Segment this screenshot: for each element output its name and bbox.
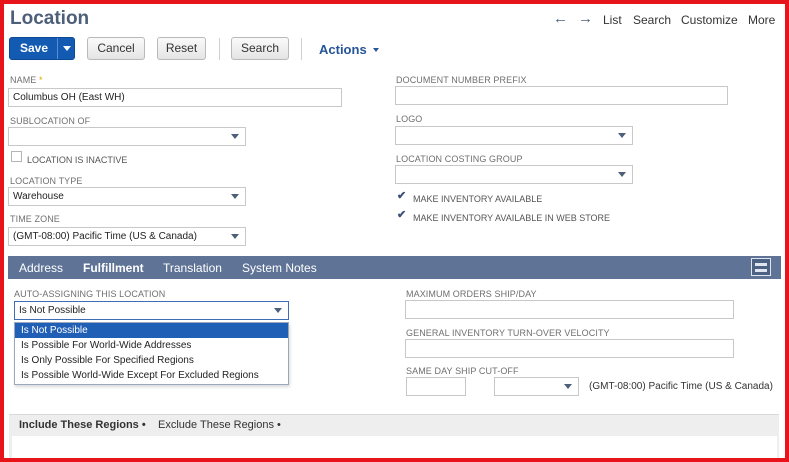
search-button[interactable]: Search bbox=[231, 37, 289, 60]
tab-exclude-regions[interactable]: Exclude These Regions • bbox=[158, 419, 281, 431]
customize-link[interactable]: Customize bbox=[681, 13, 738, 27]
tab-translation[interactable]: Translation bbox=[163, 261, 222, 275]
time-zone-select[interactable]: (GMT-08:00) Pacific Time (US & Canada) bbox=[8, 227, 246, 246]
arrow-left-icon[interactable]: ← bbox=[553, 10, 568, 27]
reset-button[interactable]: Reset bbox=[157, 37, 206, 60]
name-label: NAME * bbox=[10, 75, 43, 85]
toolbar-divider bbox=[219, 38, 220, 60]
actions-label: Actions bbox=[319, 42, 367, 57]
dropdown-option[interactable]: Is Not Possible bbox=[15, 323, 288, 338]
location-type-select[interactable]: Warehouse bbox=[8, 187, 246, 206]
bullet-icon: • bbox=[277, 419, 281, 431]
bullet-icon: • bbox=[141, 419, 146, 431]
inactive-checkbox[interactable] bbox=[11, 151, 22, 162]
cutoff-timezone: (GMT-08:00) Pacific Time (US & Canada) bbox=[589, 381, 773, 392]
cutoff-ampm-select[interactable] bbox=[494, 377, 579, 396]
costing-group-label: LOCATION COSTING GROUP bbox=[396, 154, 523, 164]
auto-assign-label: AUTO-ASSIGNING THIS LOCATION bbox=[14, 289, 166, 299]
chevron-down-icon bbox=[618, 133, 626, 138]
cutoff-time-field[interactable] bbox=[406, 377, 466, 396]
chevron-down-icon bbox=[231, 234, 239, 239]
save-button[interactable]: Save bbox=[9, 37, 75, 60]
logo-select[interactable] bbox=[395, 126, 633, 145]
name-field[interactable]: Columbus OH (East WH) bbox=[8, 88, 342, 107]
toolbar-divider bbox=[301, 38, 302, 60]
time-zone-label: TIME ZONE bbox=[10, 214, 60, 224]
cutoff-label: SAME DAY SHIP CUT-OFF bbox=[406, 366, 519, 376]
chevron-down-icon bbox=[564, 384, 572, 389]
make-inventory-checkbox[interactable]: ✔ bbox=[397, 191, 406, 202]
auto-assign-select[interactable]: Is Not Possible bbox=[14, 301, 289, 320]
make-inventory-label: MAKE INVENTORY AVAILABLE bbox=[413, 194, 543, 204]
location-type-label: LOCATION TYPE bbox=[10, 176, 83, 186]
turnover-field[interactable] bbox=[405, 339, 734, 358]
save-menu-caret bbox=[63, 46, 71, 51]
make-inventory-web-checkbox[interactable]: ✔ bbox=[397, 210, 406, 221]
sublocation-select[interactable] bbox=[8, 127, 246, 146]
dropdown-option[interactable]: Is Only Possible For Specified Regions bbox=[15, 353, 288, 368]
caret-down-icon[interactable] bbox=[57, 38, 58, 59]
dropdown-option[interactable]: Is Possible For World-Wide Addresses bbox=[15, 338, 288, 353]
name-label-text: NAME bbox=[10, 75, 37, 85]
collapse-tabs-icon[interactable] bbox=[751, 258, 771, 276]
arrow-right-icon[interactable]: → bbox=[578, 10, 593, 27]
exclude-regions-label: Exclude These Regions bbox=[158, 419, 274, 431]
region-tab-content bbox=[12, 436, 777, 458]
save-label: Save bbox=[20, 41, 49, 55]
tab-address[interactable]: Address bbox=[19, 261, 63, 275]
cancel-button[interactable]: Cancel bbox=[87, 37, 145, 60]
doc-prefix-label: DOCUMENT NUMBER PREFIX bbox=[396, 75, 527, 85]
list-link[interactable]: List bbox=[603, 13, 622, 27]
caret-down-icon bbox=[373, 48, 380, 52]
chevron-down-icon bbox=[231, 134, 239, 139]
time-zone-value: (GMT-08:00) Pacific Time (US & Canada) bbox=[13, 231, 197, 242]
include-regions-label: Include These Regions bbox=[19, 419, 139, 431]
chevron-down-icon bbox=[618, 172, 626, 177]
auto-assign-options: Is Not Possible Is Possible For World-Wi… bbox=[14, 322, 289, 385]
tab-include-regions[interactable]: Include These Regions • bbox=[19, 419, 146, 431]
auto-assign-value: Is Not Possible bbox=[19, 305, 86, 316]
inactive-label: LOCATION IS INACTIVE bbox=[27, 155, 128, 165]
make-inventory-web-label: MAKE INVENTORY AVAILABLE IN WEB STORE bbox=[413, 213, 611, 223]
tab-fulfillment[interactable]: Fulfillment bbox=[83, 261, 144, 275]
more-link[interactable]: More bbox=[748, 13, 775, 27]
required-mark: * bbox=[39, 75, 43, 85]
tab-system-notes[interactable]: System Notes bbox=[242, 261, 317, 275]
page-title: Location bbox=[10, 8, 90, 29]
chevron-down-icon bbox=[274, 308, 282, 313]
max-orders-field[interactable] bbox=[405, 300, 734, 319]
chevron-down-icon bbox=[231, 194, 239, 199]
search-link[interactable]: Search bbox=[633, 13, 671, 27]
dropdown-option[interactable]: Is Possible World-Wide Except For Exclud… bbox=[15, 368, 288, 383]
sublocation-label: SUBLOCATION OF bbox=[10, 116, 91, 126]
actions-menu[interactable]: Actions bbox=[319, 42, 380, 57]
max-orders-label: MAXIMUM ORDERS SHIP/DAY bbox=[406, 289, 537, 299]
turnover-label: GENERAL INVENTORY TURN-OVER VELOCITY bbox=[406, 328, 610, 338]
doc-prefix-field[interactable] bbox=[395, 86, 728, 105]
location-type-value: Warehouse bbox=[13, 191, 64, 202]
logo-label: LOGO bbox=[396, 114, 423, 124]
costing-group-select[interactable] bbox=[395, 165, 633, 184]
